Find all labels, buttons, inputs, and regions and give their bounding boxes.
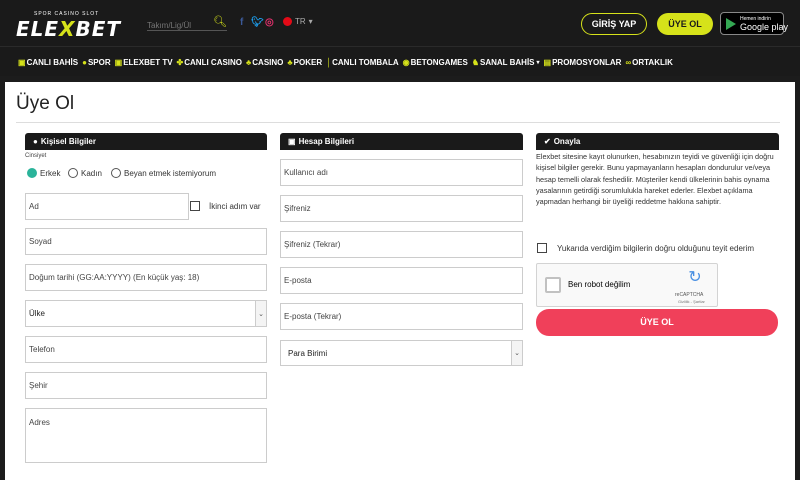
nav-item-casino[interactable]: ♣ CASINO — [246, 58, 283, 67]
nav-item-poker[interactable]: ♣ POKER — [287, 58, 322, 67]
nav-item-sanal-bahis[interactable]: ♞ SANAL BAHİS ▾ — [472, 58, 540, 67]
search-box: 🔍︎ — [147, 15, 227, 33]
confirm-info-checkbox[interactable]: Yukarıda verdiğim bilgilerin doğru olduğ… — [537, 243, 754, 253]
password-confirm-field[interactable]: Şifreniz (Tekrar) — [280, 231, 523, 258]
gender-male-radio[interactable]: Erkek — [27, 168, 60, 178]
nav-item-ortaklik[interactable]: ∞ ORTAKLIK — [625, 58, 672, 67]
confirm-header: ✔ Onayla — [536, 133, 779, 150]
horse-icon: ♞ — [471, 57, 479, 67]
google-play-badge[interactable]: Hemen indirin Google play — [720, 12, 788, 35]
turkey-flag-icon — [283, 17, 292, 26]
address-field[interactable]: Adres — [25, 408, 267, 463]
live-tv-icon: ▣ — [18, 57, 26, 67]
password-field[interactable]: Şifreniz — [280, 195, 523, 222]
nav-item-canli-bahis[interactable]: ▣ CANLI BAHİS — [18, 58, 78, 67]
gift-icon: ▤ — [543, 57, 552, 67]
club-icon: ♣ — [287, 57, 293, 67]
nav-item-betongames[interactable]: ◉ BETONGAMES — [403, 58, 468, 67]
login-button[interactable]: GİRİŞ YAP — [581, 13, 647, 35]
checkmark-icon: ✔ — [544, 137, 551, 146]
chevron-updown-icon: ⌄ — [511, 341, 522, 365]
first-name-field[interactable]: Ad — [25, 193, 189, 220]
account-info-header: ▣ Hesap Bilgileri — [280, 133, 523, 150]
chevron-down-icon: ▾ — [308, 17, 313, 26]
second-name-checkbox[interactable]: İkinci adım var — [190, 201, 261, 211]
submit-register-button[interactable]: ÜYE OL — [536, 309, 778, 336]
email-field[interactable]: E-posta — [280, 267, 523, 294]
recaptcha-brand: reCAPTCHA — [675, 292, 704, 298]
checkbox-icon — [190, 201, 200, 211]
terms-description: Elexbet sitesine kayıt olunurken, hesabı… — [536, 152, 774, 207]
search-input[interactable] — [147, 18, 211, 33]
phone-field[interactable]: Telefon — [25, 336, 267, 363]
gplay-large-text: Google play — [740, 22, 789, 32]
logo-text: ELEXBET — [16, 17, 122, 41]
radio-icon — [68, 168, 78, 178]
instagram-icon[interactable]: ◎ — [265, 17, 274, 28]
currency-select[interactable]: Para Birimi ⌄ — [280, 340, 523, 366]
email-confirm-field[interactable]: E-posta (Tekrar) — [280, 303, 523, 330]
divider — [16, 122, 780, 123]
city-field[interactable]: Şehir — [25, 372, 267, 399]
briefcase-icon: ▣ — [288, 137, 296, 146]
casino-chip-icon: ✤ — [176, 57, 184, 67]
nav-item-canli-tombala[interactable]: │ CANLI TOMBALA — [326, 58, 399, 67]
checkbox-icon — [537, 243, 547, 253]
country-select[interactable]: Ülke ⌄ — [25, 300, 267, 327]
nav-item-spor[interactable]: ● SPOR — [82, 58, 111, 67]
language-selector[interactable]: TR ▾ — [283, 17, 313, 26]
nav-item-promosyonlar[interactable]: ▤ PROMOSYONLAR — [544, 58, 622, 67]
nav-item-elexbet-tv[interactable]: ▣ ELEXBET TV — [115, 58, 173, 67]
radio-icon — [111, 168, 121, 178]
recaptcha-widget: Ben robot değilim ↻ reCAPTCHA Gizlilik -… — [536, 263, 718, 307]
main-nav: ▣ CANLI BAHİS ● SPOR ▣ ELEXBET TV ✤ CANLI CA… — [0, 46, 800, 76]
user-icon: ● — [33, 137, 38, 146]
birthdate-field[interactable]: Doğum tarihi (GG:AA:YYYY) (En küçük yaş:… — [25, 264, 267, 291]
username-field[interactable]: Kullanıcı adı — [280, 159, 523, 186]
personal-info-header: ● Kişisel Bilgiler — [25, 133, 267, 150]
gender-label: Cinsiyet — [25, 153, 47, 159]
chevron-updown-icon: ⌄ — [255, 301, 266, 326]
language-label: TR — [295, 17, 306, 26]
recaptcha-checkbox[interactable] — [545, 277, 561, 293]
nav-item-canli-casino[interactable]: ✤ CANLI CASINO — [177, 58, 242, 67]
tv-icon: ▣ — [114, 57, 123, 67]
register-button[interactable]: ÜYE OL — [657, 13, 713, 35]
betongames-icon: ◉ — [402, 57, 410, 67]
gender-female-radio[interactable]: Kadın — [68, 168, 102, 178]
tombala-icon: │ — [326, 57, 332, 67]
recaptcha-links[interactable]: Gizlilik - Şartlar — [678, 299, 705, 304]
gender-none-radio[interactable]: Beyan etmek istemiyorum — [111, 168, 216, 178]
surname-field[interactable]: Soyad — [25, 228, 267, 255]
facebook-icon[interactable]: f — [240, 17, 243, 28]
recaptcha-label: Ben robot değilim — [568, 280, 631, 289]
radio-checked-icon — [27, 168, 37, 178]
handshake-icon: ∞ — [625, 57, 632, 67]
cherry-icon: ♣ — [246, 57, 252, 67]
twitter-icon[interactable]: 🐦︎ — [251, 17, 264, 28]
recaptcha-icon: ↻ — [688, 269, 702, 286]
soccer-ball-icon: ● — [82, 57, 87, 67]
chevron-down-icon: ▾ — [536, 59, 540, 66]
page-title: Üye Ol — [16, 93, 75, 114]
search-icon[interactable]: 🔍︎ — [213, 15, 227, 28]
google-play-icon — [726, 18, 736, 30]
